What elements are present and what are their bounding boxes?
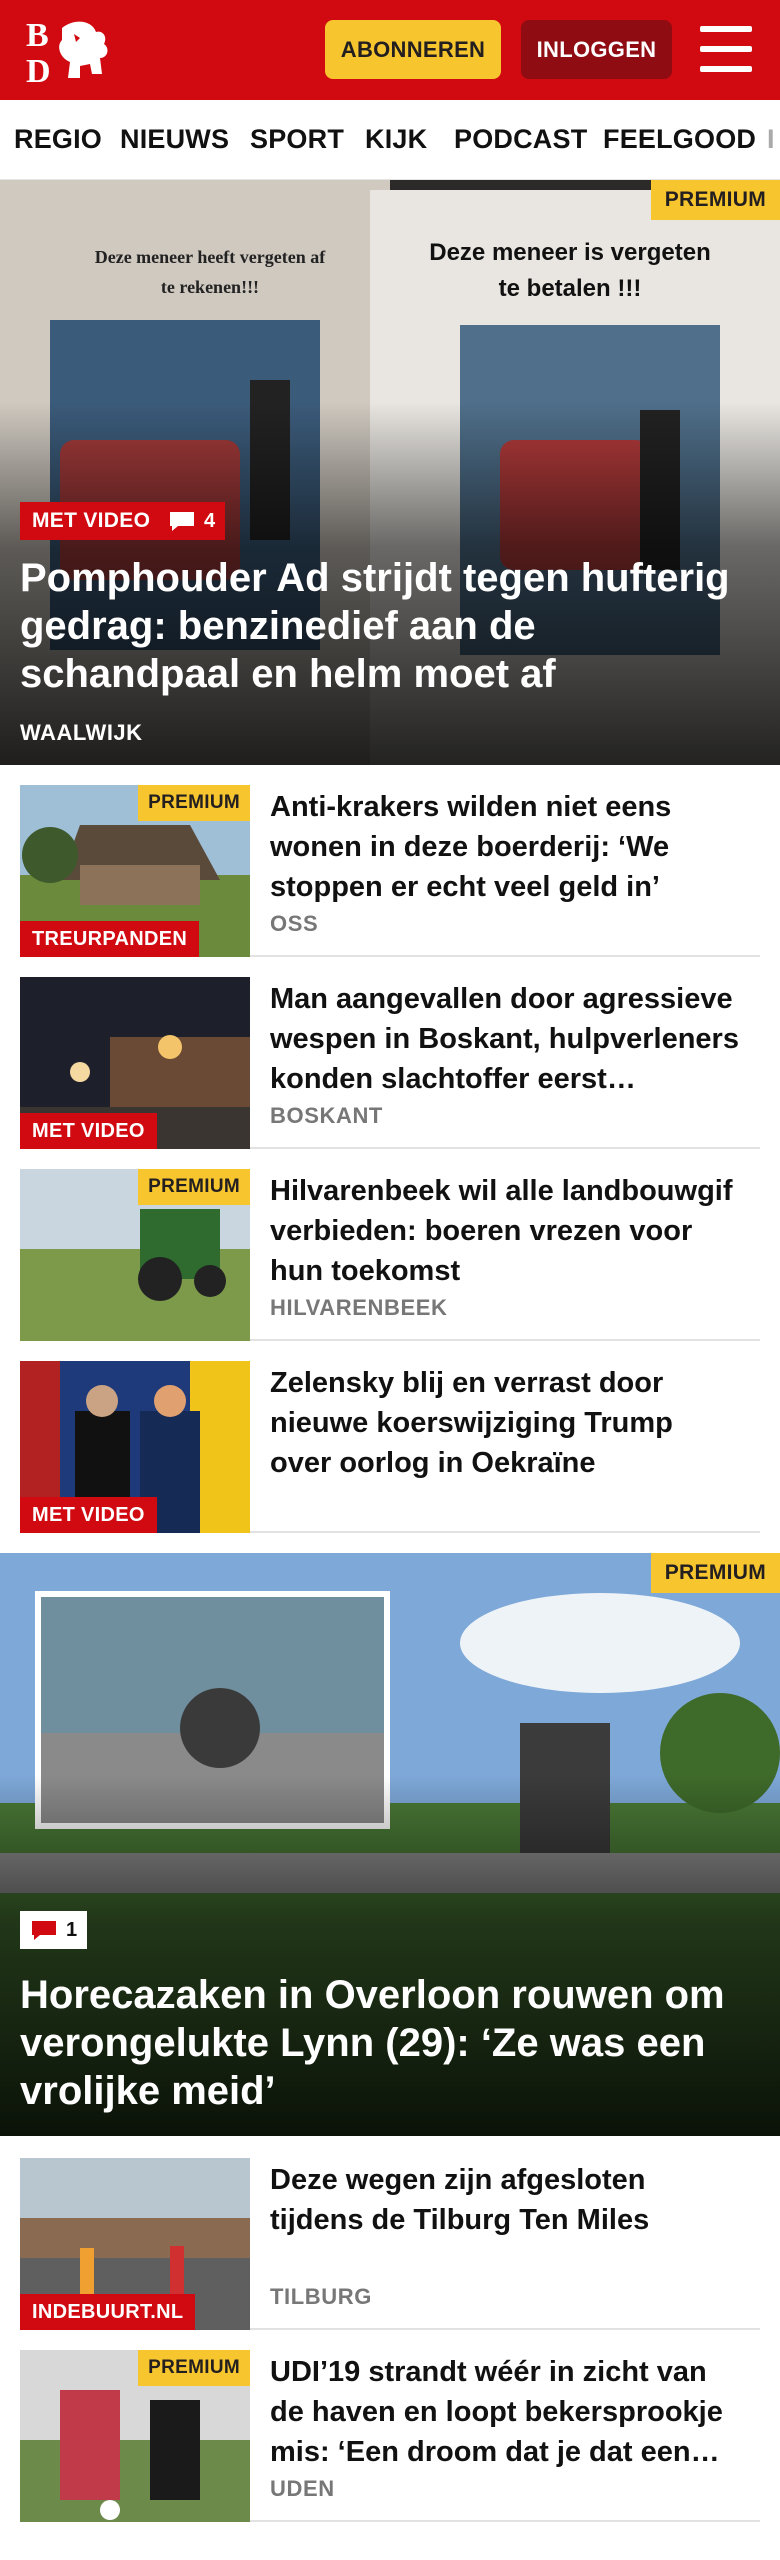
nav-item-kijk[interactable]: KIJK <box>365 124 427 155</box>
article-tag: TREURPANDEN <box>20 921 200 957</box>
article-location: OSS <box>270 911 319 936</box>
article-location: TILBURG <box>270 2284 372 2309</box>
comment-count: 1 <box>66 1918 78 1941</box>
comment-icon <box>30 1919 58 1941</box>
hero-title[interactable]: Pomphouder Ad strijdt tegen hufterig ged… <box>20 554 762 698</box>
sign-right-text: Deze meneer is vergeten te betalen !!! <box>429 239 711 302</box>
article-location: BOSKANT <box>270 1103 383 1128</box>
list-item[interactable]: INDEBUURT.NL Deze wegen zijn afgesloten … <box>20 2158 760 2330</box>
comment-count: 4 <box>204 509 216 532</box>
article-title[interactable]: Anti-krakers wilden niet eens wonen in d… <box>270 787 740 907</box>
nav-item-feelgood[interactable]: FEELGOOD <box>603 124 756 155</box>
comment-count-badge[interactable]: 4 <box>158 502 226 540</box>
nav-item-overflow[interactable]: I <box>767 124 775 155</box>
list-item[interactable]: MET VIDEO Man aangevallen door agressiev… <box>20 977 760 1149</box>
premium-badge: PREMIUM <box>138 2350 250 2386</box>
premium-badge: PREMIUM <box>138 1169 250 1205</box>
nav-item-regio[interactable]: REGIO <box>14 124 102 155</box>
video-tag: MET VIDEO <box>20 502 163 540</box>
article-title[interactable]: Man aangevallen door agressieve wespen i… <box>270 979 740 1099</box>
article-thumbnail: PREMIUM <box>20 1169 250 1341</box>
article-title[interactable]: Zelensky blij en verrast door nieuwe koe… <box>270 1363 740 1483</box>
hero-location: WAALWIJK <box>20 720 143 745</box>
article-location: HILVARENBEEK <box>270 1295 448 1320</box>
hero-title[interactable]: Horecazaken in Overloon rouwen om verong… <box>20 1971 762 2115</box>
premium-badge: PREMIUM <box>138 785 250 821</box>
nav-item-nieuws[interactable]: NIEUWS <box>120 124 229 155</box>
article-thumbnail: PREMIUM TREURPANDEN <box>20 785 250 957</box>
premium-badge: PREMIUM <box>650 180 780 220</box>
article-title[interactable]: UDI’19 strandt wéér in zicht van de have… <box>270 2352 740 2472</box>
hero-article-overloon[interactable]: PREMIUM 1 Horecazaken in Overloon rouwen… <box>0 1553 780 2136</box>
article-thumbnail: PREMIUM <box>20 2350 250 2522</box>
hero-article-pomphouder[interactable]: Deze meneer heeft vergeten af te rekenen… <box>0 180 780 765</box>
svg-text:B: B <box>26 17 49 54</box>
svg-text:D: D <box>26 53 51 86</box>
article-title[interactable]: Hilvarenbeek wil alle landbouwgif verbie… <box>270 1171 740 1291</box>
article-title[interactable]: Deze wegen zijn afgesloten tijdens de Ti… <box>270 2160 740 2240</box>
logo-icon[interactable]: B D BD <box>22 14 114 90</box>
comment-icon <box>168 510 196 532</box>
comment-count-badge[interactable]: 1 <box>20 1911 88 1949</box>
article-tag: INDEBUURT.NL <box>20 2294 196 2330</box>
list-item[interactable]: PREMIUM TREURPANDEN Anti-krakers wilden … <box>20 785 760 957</box>
article-tag: MET VIDEO <box>20 1113 157 1149</box>
login-button[interactable]: INLOGGEN <box>521 20 672 79</box>
list-item[interactable]: PREMIUM Hilvarenbeek wil alle landbouwgi… <box>20 1169 760 1341</box>
subscribe-button[interactable]: ABONNEREN <box>325 20 501 79</box>
article-thumbnail: MET VIDEO <box>20 977 250 1149</box>
article-location: UDEN <box>270 2476 335 2501</box>
sign-left-text: Deze meneer heeft vergeten af te rekenen… <box>94 247 326 297</box>
nav-item-sport[interactable]: SPORT <box>250 124 344 155</box>
article-thumbnail: INDEBUURT.NL <box>20 2158 250 2330</box>
list-item[interactable]: PREMIUM UDI’19 strandt wéér in zicht van… <box>20 2350 760 2522</box>
article-tag: MET VIDEO <box>20 1497 157 1533</box>
list-item[interactable]: MET VIDEO Zelensky blij en verrast door … <box>20 1361 760 1533</box>
hamburger-menu-icon[interactable] <box>700 26 752 72</box>
section-nav: REGIO NIEUWS SPORT KIJK PODCAST FEELGOOD… <box>0 100 780 180</box>
nav-item-podcast[interactable]: PODCAST <box>454 124 587 155</box>
article-thumbnail: MET VIDEO <box>20 1361 250 1533</box>
premium-badge: PREMIUM <box>650 1553 780 1593</box>
top-bar: B D BD ABONNEREN INLOGGEN <box>0 0 780 100</box>
